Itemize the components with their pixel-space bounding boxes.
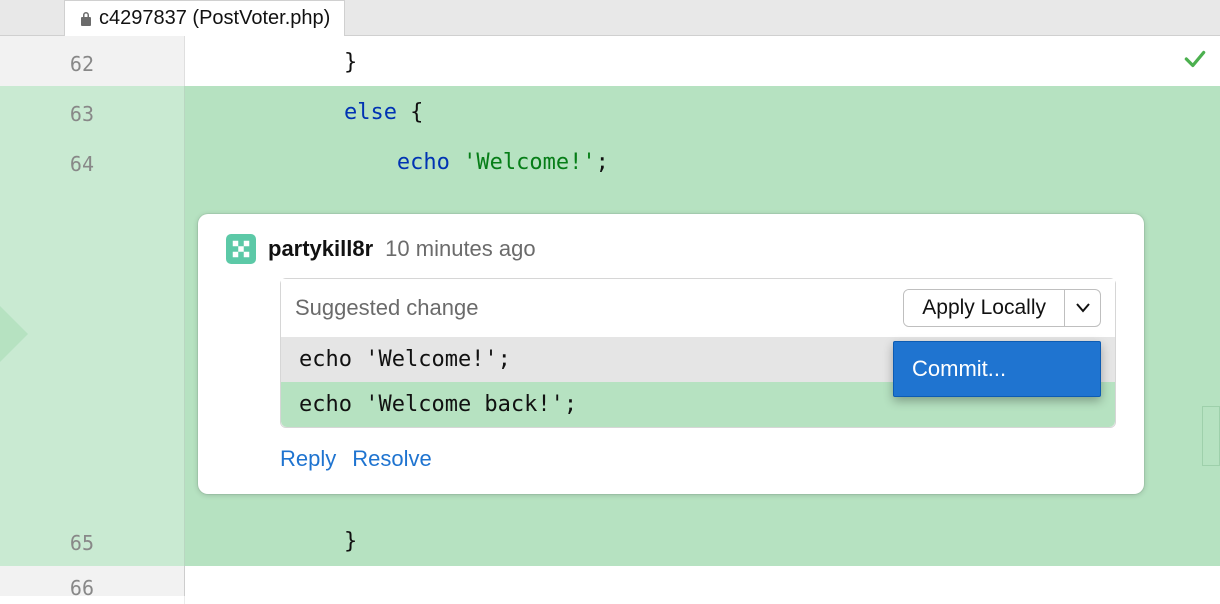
suggested-change-header: Suggested change Apply Locally	[281, 279, 1115, 337]
apply-locally-button[interactable]: Apply Locally	[904, 290, 1064, 326]
comment-header: partykill8r 10 minutes ago	[198, 230, 1144, 278]
apply-split-button: Apply Locally	[903, 289, 1101, 327]
line-number: 64	[54, 152, 94, 176]
line-number: 66	[54, 576, 94, 600]
apply-dropdown-menu: Commit...	[893, 341, 1101, 397]
line-number: 63	[54, 102, 94, 126]
tab-title: c4297837 (PostVoter.php)	[99, 7, 330, 30]
suggested-change-title: Suggested change	[295, 295, 479, 321]
editor: 62 63 64 65 66 } else { echo 'Welcome!';…	[0, 36, 1220, 604]
code-line: echo 'Welcome!';	[185, 150, 609, 175]
apply-dropdown-toggle[interactable]	[1064, 290, 1100, 326]
code-line: }	[185, 529, 357, 554]
code-line: else {	[185, 100, 423, 125]
review-comment-card: partykill8r 10 minutes ago Suggested cha…	[198, 214, 1144, 494]
avatar	[226, 234, 256, 264]
reply-link[interactable]: Reply	[280, 446, 336, 472]
scrollbar-thumb[interactable]	[1202, 406, 1220, 466]
comment-actions: Reply Resolve	[198, 428, 1144, 472]
comment-timestamp: 10 minutes ago	[385, 236, 535, 262]
suggested-change-box: Suggested change Apply Locally echo 'Wel…	[280, 278, 1116, 428]
resolve-link[interactable]: Resolve	[352, 446, 431, 472]
file-tab[interactable]: c4297837 (PostVoter.php)	[64, 0, 345, 36]
app-root: c4297837 (PostVoter.php) 62 63 64 65 66 …	[0, 0, 1220, 604]
diff-wedge-indicator	[0, 306, 28, 362]
tab-bar: c4297837 (PostVoter.php)	[0, 0, 1220, 36]
code-line: }	[185, 50, 357, 75]
line-number: 65	[54, 531, 94, 555]
commit-menu-item[interactable]: Commit...	[894, 342, 1100, 396]
line-number: 62	[54, 52, 94, 76]
comment-author: partykill8r	[268, 236, 373, 262]
lock-icon	[79, 10, 93, 26]
